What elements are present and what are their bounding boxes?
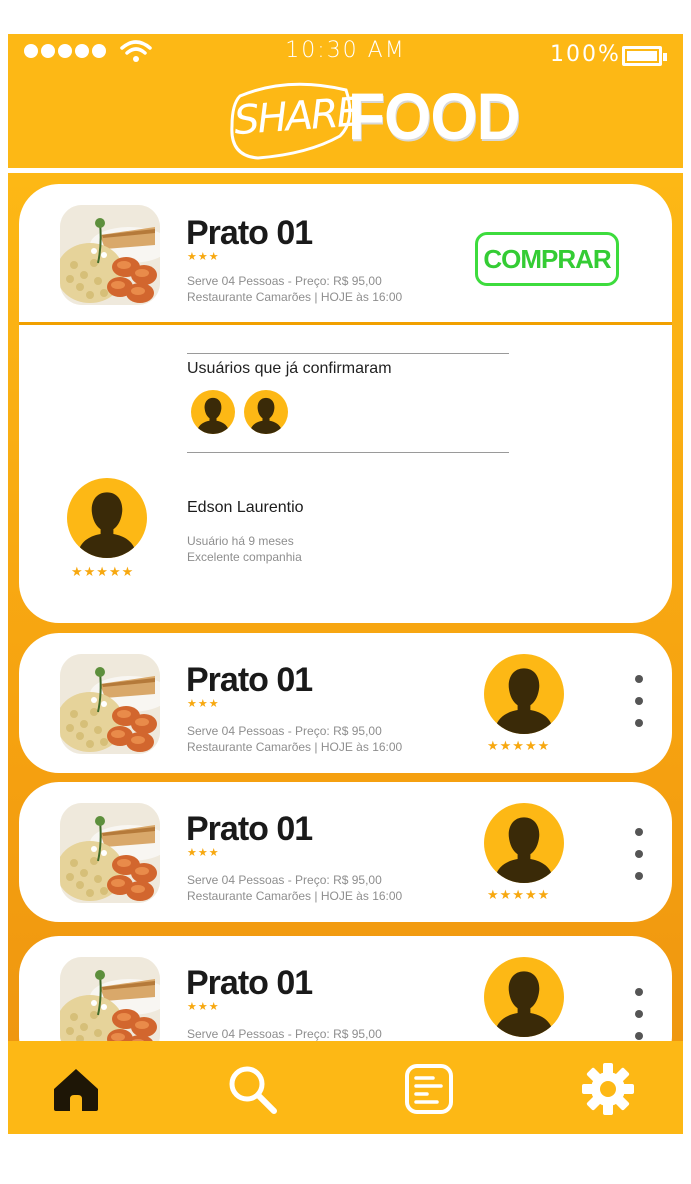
confirmed-bottom-rule bbox=[187, 452, 509, 453]
dish-serves-price: Serve 04 Pessoas - Preço: R$ 95,00 bbox=[187, 1027, 382, 1041]
dish-title: Prato 01 bbox=[186, 661, 313, 699]
dish-photo bbox=[60, 654, 160, 754]
host-since: Usuário há 9 meses bbox=[187, 534, 294, 548]
host-avatar[interactable] bbox=[484, 803, 564, 883]
dish-photo bbox=[60, 205, 160, 305]
phone-screen: 10:30 AM 100% SHARE FOOD Prato 01 ★★★ Se… bbox=[8, 34, 683, 1134]
bottom-tab-bar bbox=[8, 1041, 683, 1134]
dish-photo bbox=[60, 803, 160, 903]
dish-photo bbox=[60, 957, 160, 1041]
dish-title: Prato 01 bbox=[186, 214, 313, 252]
logo-share-text: SHARE bbox=[232, 89, 362, 145]
status-bar: 10:30 AM 100% bbox=[8, 34, 683, 70]
offer-card[interactable]: Prato 01 ★★★ Serve 04 Pessoas - Preço: R… bbox=[19, 936, 672, 1041]
app-logo: SHARE FOOD bbox=[228, 74, 521, 164]
dish-rating-stars: ★★★ bbox=[187, 1001, 220, 1013]
dish-serves-price: Serve 04 Pessoas - Preço: R$ 95,00 bbox=[187, 274, 382, 288]
confirmed-top-rule bbox=[187, 353, 509, 354]
confirmed-users-label: Usuários que já confirmaram bbox=[187, 360, 392, 377]
dish-title: Prato 01 bbox=[186, 810, 313, 848]
confirmed-user-avatar[interactable] bbox=[191, 390, 235, 434]
dish-rating-stars: ★★★ bbox=[187, 698, 220, 710]
host-review: Excelente companhia bbox=[187, 550, 302, 564]
host-avatar[interactable] bbox=[484, 654, 564, 734]
dish-serves-price: Serve 04 Pessoas - Preço: R$ 95,00 bbox=[187, 873, 382, 887]
host-rating-stars: ★★★★★ bbox=[487, 887, 551, 902]
host-rating-stars: ★★★★★ bbox=[487, 738, 551, 753]
dish-rating-stars: ★★★ bbox=[187, 251, 220, 263]
more-options-icon[interactable] bbox=[634, 988, 644, 1040]
settings-icon[interactable] bbox=[582, 1063, 634, 1115]
home-icon[interactable] bbox=[50, 1063, 102, 1115]
battery-icon bbox=[622, 46, 667, 66]
offer-card-expanded[interactable]: Prato 01 ★★★ Serve 04 Pessoas - Preço: R… bbox=[19, 184, 672, 623]
host-name: Edson Laurentio bbox=[187, 499, 304, 516]
battery-percent: 100% bbox=[550, 42, 621, 67]
card-divider bbox=[19, 322, 672, 325]
list-icon[interactable] bbox=[403, 1063, 455, 1115]
logo-food-text: FOOD bbox=[348, 79, 521, 153]
offer-card[interactable]: Prato 01 ★★★ Serve 04 Pessoas - Preço: R… bbox=[19, 633, 672, 773]
more-options-icon[interactable] bbox=[634, 828, 644, 880]
dish-serves-price: Serve 04 Pessoas - Preço: R$ 95,00 bbox=[187, 724, 382, 738]
dish-rating-stars: ★★★ bbox=[187, 847, 220, 859]
confirmed-user-avatar[interactable] bbox=[244, 390, 288, 434]
host-avatar[interactable] bbox=[67, 478, 147, 558]
buy-button[interactable]: COMPRAR bbox=[475, 232, 619, 286]
offer-card[interactable]: Prato 01 ★★★ Serve 04 Pessoas - Preço: R… bbox=[19, 782, 672, 922]
dish-title: Prato 01 bbox=[186, 964, 313, 1002]
search-icon[interactable] bbox=[226, 1063, 278, 1115]
host-avatar[interactable] bbox=[484, 957, 564, 1037]
host-rating-stars: ★★★★★ bbox=[71, 564, 135, 579]
more-options-icon[interactable] bbox=[634, 675, 644, 727]
dish-restaurant-time: Restaurante Camarões | HOJE às 16:00 bbox=[187, 290, 403, 304]
dish-restaurant-time: Restaurante Camarões | HOJE às 16:00 bbox=[187, 889, 403, 903]
dish-restaurant-time: Restaurante Camarões | HOJE às 16:00 bbox=[187, 740, 403, 754]
offers-list[interactable]: Prato 01 ★★★ Serve 04 Pessoas - Preço: R… bbox=[8, 173, 683, 1041]
